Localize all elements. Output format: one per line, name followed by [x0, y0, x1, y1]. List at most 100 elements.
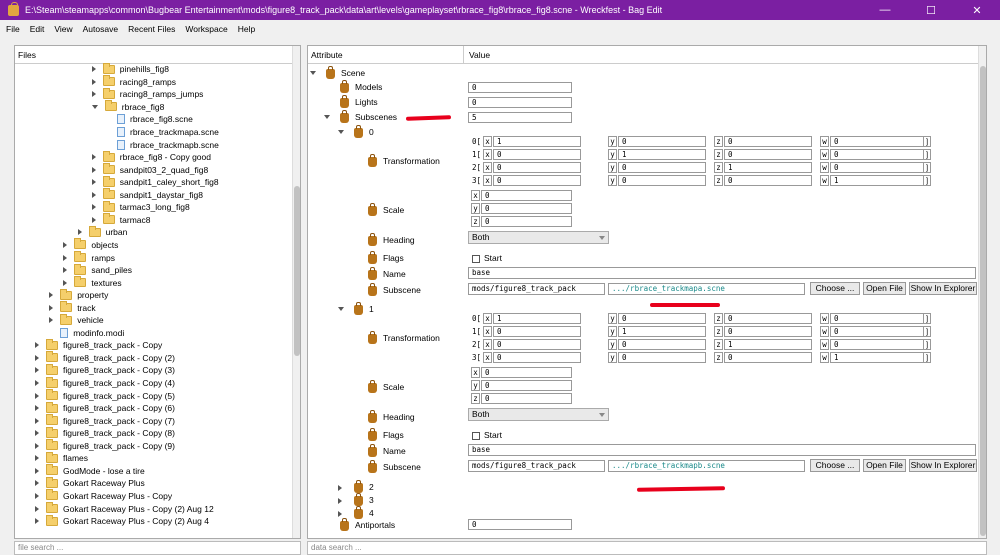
subscenes-value-field[interactable]: 5 [468, 112, 572, 123]
file-search-input[interactable]: file search ... [14, 541, 301, 555]
matrix-cell-input[interactable]: 0 [724, 136, 812, 147]
subscene-file-field[interactable]: .../rbrace_trackmapb.scne [608, 460, 805, 472]
list-item[interactable]: tarmac3_long_fig8 [91, 200, 190, 214]
chevron-right-icon[interactable] [91, 78, 96, 85]
chevron-right-icon[interactable] [35, 442, 39, 449]
matrix-cell-input[interactable]: 0 [830, 136, 924, 147]
list-item[interactable]: sand_piles [63, 263, 132, 277]
open-file-button[interactable]: Open File [863, 282, 906, 295]
list-item[interactable]: urban [77, 225, 127, 239]
matrix-cell-input[interactable]: 0 [493, 149, 581, 160]
matrix-cell-input[interactable]: 0 [493, 162, 581, 173]
chevron-right-icon[interactable] [91, 166, 96, 173]
chevron-right-icon[interactable] [91, 204, 96, 211]
models-value-field[interactable]: 0 [468, 82, 572, 93]
attribute-scrollbar[interactable] [978, 46, 986, 538]
list-item[interactable]: rbrace_fig8 - Copy good [91, 150, 211, 164]
chevron-right-icon[interactable] [77, 229, 82, 236]
list-item[interactable]: rbrace_trackmapb.scne [106, 138, 219, 151]
chevron-down-icon[interactable] [338, 307, 344, 311]
data-search-input[interactable]: data search ... [307, 541, 987, 555]
list-item[interactable]: property [49, 288, 108, 302]
matrix-cell-input[interactable]: 0 [493, 175, 581, 186]
chevron-right-icon[interactable] [91, 154, 96, 161]
maximize-button[interactable]: ☐ [908, 0, 954, 20]
chevron-right-icon[interactable] [49, 304, 54, 311]
list-item[interactable]: flames [35, 451, 88, 465]
matrix-cell-input[interactable]: 0 [618, 175, 706, 186]
minimize-button[interactable]: — [862, 0, 908, 20]
chevron-right-icon[interactable] [91, 191, 96, 198]
chevron-right-icon[interactable] [338, 498, 342, 504]
scale-input[interactable]: 0 [481, 216, 572, 227]
list-item[interactable]: rbrace_trackmapa.scne [106, 126, 219, 139]
start-flag-checkbox[interactable]: Start [472, 430, 502, 440]
chevron-right-icon[interactable] [35, 480, 39, 487]
matrix-cell-input[interactable]: 0 [830, 313, 924, 324]
list-item[interactable]: figure8_track_pack - Copy (4) [35, 376, 175, 390]
chevron-right-icon[interactable] [49, 292, 54, 299]
chevron-right-icon[interactable] [63, 267, 68, 274]
list-item[interactable]: objects [63, 238, 118, 252]
matrix-cell-input[interactable]: 0 [724, 326, 812, 337]
matrix-cell-input[interactable]: 0 [493, 326, 581, 337]
matrix-cell-input[interactable]: 1 [493, 136, 581, 147]
chevron-right-icon[interactable] [63, 254, 68, 261]
scale-input[interactable]: 0 [481, 203, 572, 214]
matrix-cell-input[interactable]: 1 [724, 162, 812, 173]
list-item[interactable]: GodMode - lose a tire [35, 464, 145, 478]
matrix-cell-input[interactable]: 1 [618, 326, 706, 337]
chevron-right-icon[interactable] [35, 392, 39, 399]
chevron-right-icon[interactable] [49, 317, 54, 324]
list-item[interactable]: figure8_track_pack - Copy [35, 338, 162, 352]
matrix-cell-input[interactable]: 0 [618, 352, 706, 363]
list-item[interactable]: Gokart Raceway Plus - Copy [35, 489, 172, 503]
chevron-right-icon[interactable] [91, 66, 96, 73]
list-item[interactable]: sandpit1_caley_short_fig8 [91, 175, 219, 189]
matrix-cell-input[interactable]: 0 [830, 326, 924, 337]
chevron-right-icon[interactable] [35, 367, 39, 374]
chevron-right-icon[interactable] [63, 279, 68, 286]
list-item[interactable]: figure8_track_pack - Copy (9) [35, 439, 175, 453]
chevron-right-icon[interactable] [35, 467, 39, 474]
choose-button[interactable]: Choose ... [810, 459, 860, 472]
chevron-right-icon[interactable] [35, 518, 39, 525]
subscene-dir-field[interactable]: mods/figure8_track_pack [468, 460, 605, 472]
attribute-scrollbar-thumb[interactable] [980, 66, 986, 536]
matrix-cell-input[interactable]: 0 [618, 136, 706, 147]
subscene-file-field[interactable]: .../rbrace_trackmapa.scne [608, 283, 805, 295]
chevron-right-icon[interactable] [35, 342, 39, 349]
chevron-right-icon[interactable] [35, 505, 39, 512]
matrix-cell-input[interactable]: 0 [724, 352, 812, 363]
chevron-down-icon[interactable] [91, 104, 98, 109]
heading-select[interactable]: Both [468, 408, 609, 421]
matrix-cell-input[interactable]: 0 [493, 352, 581, 363]
chevron-right-icon[interactable] [91, 179, 96, 186]
matrix-cell-input[interactable]: 0 [618, 339, 706, 350]
lights-value-field[interactable]: 0 [468, 97, 572, 108]
list-item[interactable]: sandpit1_daystar_fig8 [91, 188, 203, 202]
show-in-explorer-button[interactable]: Show In Explorer [909, 282, 977, 295]
matrix-cell-input[interactable]: 1 [493, 313, 581, 324]
show-in-explorer-button[interactable]: Show In Explorer [909, 459, 977, 472]
list-item[interactable]: pinehills_fig8 [91, 62, 169, 76]
chevron-down-icon[interactable] [338, 130, 344, 134]
list-item[interactable]: tarmac8 [91, 213, 151, 227]
choose-button[interactable]: Choose ... [810, 282, 860, 295]
matrix-cell-input[interactable]: 0 [724, 149, 812, 160]
name-input[interactable]: base [468, 267, 976, 279]
list-item[interactable]: figure8_track_pack - Copy (5) [35, 389, 175, 402]
checkbox-box[interactable] [472, 254, 480, 263]
chevron-right-icon[interactable] [91, 216, 96, 223]
close-button[interactable]: ✕ [954, 0, 1000, 20]
list-item[interactable]: figure8_track_pack - Copy (6) [35, 401, 175, 415]
list-item[interactable]: rbrace_fig8 [91, 100, 164, 114]
list-item[interactable]: track [49, 301, 96, 314]
list-item[interactable]: racing8_ramps_jumps [91, 87, 203, 101]
matrix-cell-input[interactable]: 0 [724, 175, 812, 186]
menu-file[interactable]: File [6, 24, 20, 34]
chevron-down-icon[interactable] [310, 71, 316, 75]
list-item[interactable]: figure8_track_pack - Copy (2) [35, 351, 175, 365]
files-scrollbar[interactable] [292, 46, 300, 538]
chevron-right-icon[interactable] [35, 354, 39, 361]
